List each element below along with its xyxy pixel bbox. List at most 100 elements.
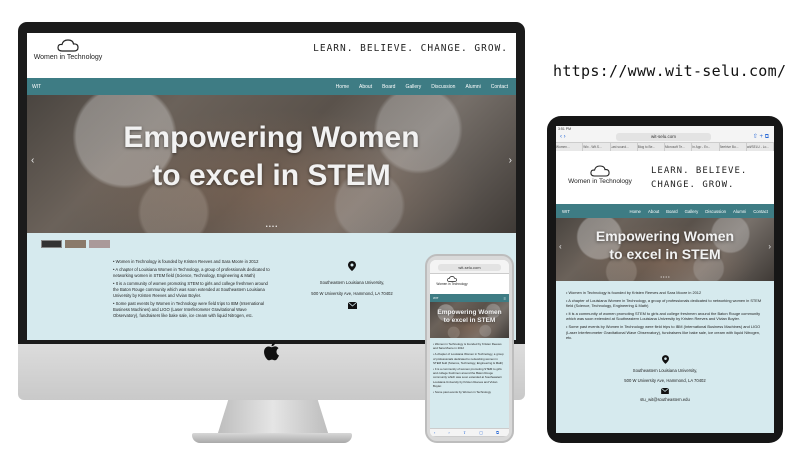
nav-item-contact[interactable]: Contact — [491, 84, 508, 90]
location-pin-icon — [661, 355, 669, 364]
browser-tab[interactable]: Wix - Wit.S... — [583, 143, 611, 151]
hero-title-line2: to excel in STEM — [443, 317, 496, 324]
browser-tab[interactable]: Last sound... — [611, 143, 638, 151]
site-logo[interactable]: Women in Technology — [564, 165, 636, 185]
cloud-icon — [590, 165, 610, 177]
share-icon[interactable]: ⇧ + ⧉ — [753, 133, 769, 141]
browser-tab[interactable]: Beehive Bu... — [720, 143, 747, 151]
list-item: • Women in Technology is founded by Kris… — [113, 259, 259, 264]
nav-item-gallery[interactable]: Gallery — [405, 84, 421, 90]
list-item: • It is a community of women promoting S… — [566, 310, 761, 322]
iphone-site-navbar: WIT ≡ — [430, 294, 509, 302]
site-logo[interactable]: Women in Technology — [33, 39, 103, 61]
browser-tab[interactable]: Microsoft Te... — [665, 143, 693, 151]
nav-item-alumni[interactable]: Alumni — [733, 209, 746, 214]
carousel-prev-icon[interactable]: ‹ — [559, 242, 562, 251]
list-item: • Some past events by Women in Technolog… — [566, 323, 761, 341]
imac-stand-foot — [192, 433, 352, 443]
contact-block: Southeastern Louisiana University, 500 W… — [606, 355, 724, 403]
site-navbar: WIT Home About Board Gallery Discussion … — [27, 78, 516, 95]
tagline-line1: LEARN. BELIEVE. — [651, 166, 748, 176]
iphone-site-header: Women in Technology — [430, 274, 509, 294]
carousel-next-icon[interactable]: › — [768, 242, 771, 251]
email-icon[interactable] — [347, 302, 357, 309]
carousel-prev-icon[interactable]: ‹ — [31, 155, 34, 166]
list-item: • It is a community of women promoting S… — [113, 281, 268, 298]
contact-address: 500 W University Ave, Hammond, LA 70402 — [311, 291, 393, 296]
nav-links: Home About Board Gallery Discussion Alum… — [336, 84, 516, 90]
thumbnail-image[interactable] — [41, 240, 62, 248]
email-icon[interactable] — [661, 388, 669, 394]
thumbnail-strip — [41, 240, 110, 248]
hero-title: Empowering Women to excel in STEM — [27, 119, 516, 195]
carousel-indicators[interactable]: • • • • — [27, 224, 516, 230]
list-item: • A chapter of Louisiana Women in Techno… — [113, 267, 270, 278]
site-header: Women in Technology LEARN. BELIEVE. CHAN… — [27, 33, 516, 78]
nav-item-board[interactable]: Board — [382, 84, 395, 90]
imac-stand-neck — [217, 400, 329, 436]
carousel-next-icon[interactable]: › — [509, 155, 512, 166]
browser-tab[interactable]: Women... — [556, 143, 584, 151]
ipad-screen: 3:51 PM ‹ › wit-selu.com ⇧ + ⧉ Women... … — [556, 126, 774, 433]
mockup-stage: Women in Technology LEARN. BELIEVE. CHAN… — [0, 0, 800, 455]
hero-carousel: Empowering Women to excel in STEM — [430, 302, 509, 338]
about-section: • Women in Technology is founded by Kris… — [430, 338, 509, 428]
about-bullets: • Women in Technology is founded by Kris… — [113, 259, 273, 321]
contact-org: Southeastern Louisiana University, — [632, 368, 698, 373]
ipad-site-navbar: WIT Home About Board Gallery Discussion … — [556, 204, 774, 218]
nav-brand[interactable]: WIT — [433, 296, 439, 300]
toolbar-icons[interactable]: ‹ › ⇧ ▢ ⧉ — [434, 430, 505, 435]
nav-brand[interactable]: WIT — [562, 209, 570, 214]
address-bar[interactable]: wit-selu.com — [616, 133, 711, 141]
nav-item-contact[interactable]: Contact — [753, 209, 768, 214]
hero-title-line1: Empowering Women — [123, 121, 420, 154]
hero-title-line2: to excel in STEM — [152, 159, 391, 192]
site-logo[interactable]: Women in Technology — [433, 276, 471, 286]
tagline-line2: CHANGE. GROW. — [651, 180, 735, 190]
nav-item-home[interactable]: Home — [629, 209, 640, 214]
nav-item-discussion[interactable]: Discussion — [431, 84, 455, 90]
nav-brand[interactable]: WIT — [32, 84, 41, 90]
hero-carousel: Empowering Women to excel in STEM ‹ › • … — [556, 218, 774, 281]
list-item: • It is a community of women promoting S… — [433, 367, 503, 388]
list-item: • Some past events by Women in Technolog… — [433, 390, 491, 395]
site-tagline: LEARN. BELIEVE. CHANGE. GROW. — [651, 164, 747, 192]
back-icon[interactable]: ‹ › — [560, 134, 566, 140]
nav-item-home[interactable]: Home — [336, 84, 349, 90]
nav-item-gallery[interactable]: Gallery — [685, 209, 699, 214]
logo-text: Women in Technology — [568, 178, 632, 185]
nav-item-about[interactable]: About — [359, 84, 372, 90]
carousel-indicators[interactable]: • • • • — [556, 274, 774, 279]
hero-title: Empowering Women to excel in STEM — [430, 309, 509, 325]
browser-tab[interactable]: Blog to Be... — [638, 143, 665, 151]
logo-text: Women in Technology — [33, 54, 103, 61]
menu-icon[interactable]: ≡ — [504, 296, 506, 301]
address-bar[interactable]: wit-selu.com — [438, 264, 501, 271]
hero-title-line2: to excel in STEM — [609, 246, 721, 262]
status-time: 3:51 PM — [558, 127, 572, 131]
thumbnail-image[interactable] — [89, 240, 110, 248]
iphone-screen: wit-selu.com Women in Technology WIT ≡ E… — [430, 260, 509, 437]
iphone-browser-toolbar: wit-selu.com — [430, 260, 509, 274]
site-tagline: LEARN. BELIEVE. CHANGE. GROW. — [313, 43, 508, 54]
hero-title-line1: Empowering Women — [595, 228, 735, 244]
ipad-site-header: Women in Technology LEARN. BELIEVE. CHAN… — [556, 151, 774, 204]
ipad-tab-bar: Women... Wix - Wit.S... Last sound... Bl… — [556, 143, 774, 151]
browser-tab[interactable]: In App - Ev... — [692, 143, 720, 151]
about-bullets: • Women in Technology is founded by Kris… — [433, 342, 506, 396]
nav-item-discussion[interactable]: Discussion — [705, 209, 726, 214]
nav-item-board[interactable]: Board — [666, 209, 677, 214]
list-item: • Women in Technology is founded by Kris… — [566, 290, 702, 295]
nav-item-alumni[interactable]: Alumni — [465, 84, 480, 90]
browser-tab[interactable]: wit/SELU - Lo... — [747, 143, 774, 151]
hero-carousel: Empowering Women to excel in STEM ‹ › • … — [27, 95, 516, 233]
nav-links: Home About Board Gallery Discussion Alum… — [629, 209, 774, 214]
nav-item-about[interactable]: About — [648, 209, 659, 214]
contact-org: Southeastern Louisiana University, — [319, 280, 385, 285]
contact-address: 500 W University Ave, Hammond, LA 70402 — [624, 378, 706, 383]
logo-text: Women in Technology — [436, 282, 468, 286]
contact-email[interactable]: stu_wit@southeastern.edu — [606, 396, 724, 403]
thumbnail-image[interactable] — [65, 240, 86, 248]
iphone-bottom-toolbar: ‹ › ⇧ ▢ ⧉ — [430, 428, 509, 437]
list-item: • A chapter of Louisiana Women in Techno… — [566, 297, 762, 309]
